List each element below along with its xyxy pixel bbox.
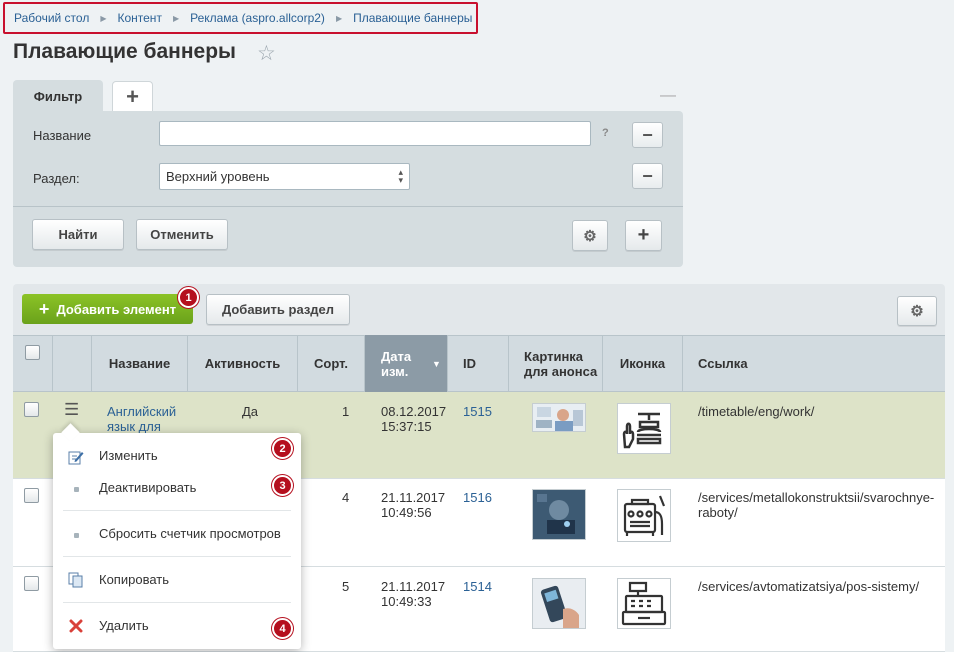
step-badge: 1 [178,287,199,308]
tab-filter[interactable]: Фильтр [13,80,103,112]
bullet-icon [68,527,84,543]
collapse-filter-icon[interactable]: — [660,87,676,105]
row-date: 21.11.2017 [381,579,446,594]
gear-icon[interactable]: ⚙ [572,220,608,251]
row-link[interactable]: /services/metallokonstruktsii/svarochnye… [698,490,938,520]
section-select[interactable]: Верхний уровень ▴ ▾ [159,163,410,190]
step-badge: 2 [272,438,293,459]
header-actions [53,335,92,392]
star-icon[interactable]: ☆ [257,41,276,66]
header-active[interactable]: Активность [188,335,298,392]
row-sort: 1 [342,404,350,419]
cancel-button[interactable]: Отменить [136,219,228,250]
header-date-label: Дата изм. [381,348,412,379]
chevron-right-icon: ▶ [100,13,107,23]
plus-icon: + [38,299,50,319]
announce-image [532,489,586,540]
row-id[interactable]: 1514 [463,579,492,594]
row-sort: 5 [342,579,350,594]
row-checkbox[interactable] [24,576,39,591]
step-badge: 4 [272,618,293,639]
row-link[interactable]: /services/avtomatizatsiya/pos-sistemy/ [698,579,919,594]
header-picture[interactable]: Картинка для анонса [509,335,603,392]
row-checkbox[interactable] [24,402,39,417]
row-time: 15:37:15 [381,419,432,434]
add-element-button[interactable]: + Добавить элемент [22,294,193,324]
header-icon[interactable]: Иконка [603,335,683,392]
add-section-button[interactable]: Добавить раздел [206,294,350,325]
remove-field-button[interactable]: − [632,122,663,148]
row-id[interactable]: 1515 [463,404,492,419]
menu-item-copy[interactable]: Копировать [99,572,169,587]
header-link[interactable]: Ссылка [683,335,945,392]
add-field-button[interactable]: + [625,220,662,251]
chevron-right-icon: ▶ [335,13,343,23]
edit-icon [68,449,84,465]
breadcrumb: Рабочий стол ▶ Контент ▶ Реклама (aspro.… [3,2,478,34]
breadcrumb-item[interactable]: Рабочий стол [14,11,89,25]
add-tab-button[interactable]: + [112,81,153,111]
row-id[interactable]: 1516 [463,490,492,505]
menu-item-deactivate[interactable]: Деактивировать [99,480,196,495]
row-sort: 4 [342,490,350,505]
header-sort[interactable]: Сорт. [298,335,365,392]
add-element-label: Добавить элемент [56,301,177,317]
delete-icon [68,618,84,634]
menu-separator [63,510,291,511]
select-all-checkbox[interactable] [25,345,40,360]
remove-field-button[interactable]: − [632,163,663,189]
menu-separator [63,556,291,557]
help-icon[interactable]: ? [602,127,609,139]
header-name[interactable]: Название [92,335,188,392]
row-time: 10:49:33 [381,594,432,609]
menu-item-reset-counter[interactable]: Сбросить счетчик просмотров [99,526,281,541]
menu-separator [63,602,291,603]
name-input[interactable] [159,121,591,146]
row-time: 10:49:56 [381,505,432,520]
copy-icon [68,572,84,588]
breadcrumb-item[interactable]: Плавающие баннеры [353,11,472,25]
gear-icon[interactable]: ⚙ [897,296,937,326]
field-label-section: Раздел: [33,171,80,186]
announce-image [532,578,586,629]
row-link[interactable]: /timetable/eng/work/ [698,404,814,419]
breadcrumb-item[interactable]: Реклама (aspro.allcorp2) [190,11,325,25]
row-date: 08.12.2017 [381,404,447,419]
bullet-icon [68,481,84,497]
filter-divider [13,206,683,207]
menu-icon[interactable]: ☰ [64,400,79,420]
welding-machine-icon [617,489,671,542]
row-checkbox[interactable] [24,488,39,503]
menu-item-delete[interactable]: Удалить [99,618,149,633]
field-label-name: Название [33,128,92,143]
section-select-value: Верхний уровень [166,169,270,184]
header-date[interactable]: Дата изм. ▼ [365,335,448,392]
announce-image [532,403,586,432]
row-date: 21.11.2017 [381,490,446,505]
row-active: Да [242,404,259,419]
food-icon [617,403,671,454]
cash-register-icon [617,578,671,629]
breadcrumb-item[interactable]: Контент [117,11,161,25]
menu-item-edit[interactable]: Изменить [99,448,158,463]
updown-icon: ▴ ▾ [398,167,403,185]
step-badge: 3 [272,475,293,496]
header-checkbox-cell [13,335,53,392]
chevron-right-icon: ▶ [172,13,180,23]
row-name-link[interactable]: Английский язык для [107,404,187,434]
context-menu: Изменить Деактивировать Сбросить счетчик… [53,423,301,649]
sort-desc-icon: ▼ [432,358,441,369]
page-title: Плавающие баннеры [13,40,236,63]
find-button[interactable]: Найти [32,219,124,250]
header-id[interactable]: ID [448,335,509,392]
